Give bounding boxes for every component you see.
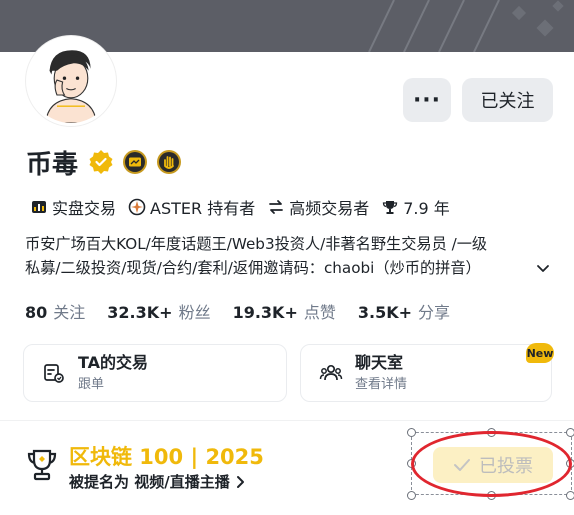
users-icon [319, 364, 343, 381]
stat-number: 19.3K+ [232, 303, 298, 322]
stat-number: 3.5K+ [357, 303, 413, 322]
copy-trade-icon [44, 364, 64, 383]
selection-handle[interactable] [566, 491, 574, 500]
card-title: TA的交易 [78, 352, 149, 372]
more-options-button[interactable]: ··· [403, 78, 451, 122]
avatar-illustration [29, 39, 113, 123]
voted-button[interactable]: 已投票 [433, 447, 553, 483]
voted-label: 已投票 [479, 456, 533, 477]
new-badge: New [526, 343, 554, 363]
profile-bio[interactable]: 币安广场百大KOL/年度话题王/Web3投资人/非著名野生交易员 /一级 私募/… [25, 232, 553, 280]
selection-handle[interactable] [566, 459, 574, 468]
creator-badge-icon[interactable] [122, 149, 148, 175]
stat-likes[interactable]: 19.3K+ 点赞 [233, 299, 336, 323]
selection-handle[interactable] [407, 459, 416, 468]
stat-following[interactable]: 80 关注 [25, 299, 85, 323]
trades-card[interactable]: TA的交易 跟单 [23, 344, 287, 402]
tag-years[interactable]: 7.9 年 [381, 195, 450, 219]
selection-handle[interactable] [487, 491, 496, 500]
award-title: 区块链 100 | 2025 [69, 445, 264, 469]
stat-number: 80 [25, 303, 48, 322]
trophy-small-icon [383, 201, 398, 214]
stat-label: 粉丝 [178, 303, 211, 322]
bio-line-2: 私募/二级投资/现货/合约/套利/返佣邀请码：chaobi（炒币的拼音） [25, 259, 481, 277]
selection-handle[interactable] [407, 428, 416, 437]
chatroom-card[interactable]: 聊天室 查看详情 [300, 344, 552, 402]
stat-number: 32.3K+ [107, 303, 173, 322]
aster-icon [128, 198, 146, 216]
selection-handle[interactable] [566, 428, 574, 437]
tag-live-trading[interactable]: 实盘交易 [30, 195, 116, 219]
stat-label: 分享 [418, 303, 451, 322]
stat-followers[interactable]: 32.3K+ 粉丝 [107, 299, 210, 323]
verified-badge-icon[interactable] [88, 149, 114, 175]
tag-label: 7.9 年 [403, 199, 450, 218]
card-subtitle: 跟单 [78, 376, 105, 392]
grid-trade-icon [32, 201, 46, 213]
tag-label: 实盘交易 [52, 199, 117, 218]
award-subtitle: 被提名为 视频/直播主播 [69, 473, 230, 491]
banner-pattern [368, 0, 564, 52]
tag-label: 高频交易者 [289, 199, 370, 218]
profile-name: 币毒 [26, 149, 79, 180]
bio-line-1: 币安广场百大KOL/年度话题王/Web3投资人/非著名野生交易员 /一级 [25, 235, 488, 253]
chevron-down-icon[interactable] [534, 259, 552, 277]
stat-label: 点赞 [303, 303, 336, 322]
tag-aster-holder[interactable]: ASTER 持有者 [128, 195, 255, 219]
following-button[interactable]: 已关注 [462, 78, 553, 122]
stat-label: 关注 [53, 303, 86, 322]
check-icon [454, 459, 470, 471]
section-divider [0, 420, 574, 421]
award-nomination-link[interactable]: 被提名为 视频/直播主播 [69, 471, 246, 492]
stat-shares[interactable]: 3.5K+ 分享 [358, 299, 450, 323]
selection-handle[interactable] [487, 428, 496, 437]
chevron-right-icon [236, 475, 244, 488]
avatar[interactable] [26, 36, 116, 126]
trophy-icon [27, 449, 57, 481]
profile-tags: 实盘交易 ASTER 持有者 高频交易者 7.9 年 [30, 196, 462, 218]
selection-handle[interactable] [407, 491, 416, 500]
tag-hf-trader[interactable]: 高频交易者 [267, 195, 369, 219]
tag-label: ASTER 持有者 [150, 199, 256, 218]
name-row: 币毒 [26, 144, 182, 180]
card-subtitle: 查看详情 [355, 376, 408, 392]
more-dots-icon: ··· [412, 87, 442, 113]
card-title: 聊天室 [355, 352, 404, 372]
hand-badge-icon[interactable] [156, 149, 182, 175]
following-label: 已关注 [480, 91, 535, 112]
swap-icon [269, 200, 284, 214]
profile-stats: 80 关注 32.3K+ 粉丝 19.3K+ 点赞 3.5K+ 分享 [25, 300, 472, 322]
